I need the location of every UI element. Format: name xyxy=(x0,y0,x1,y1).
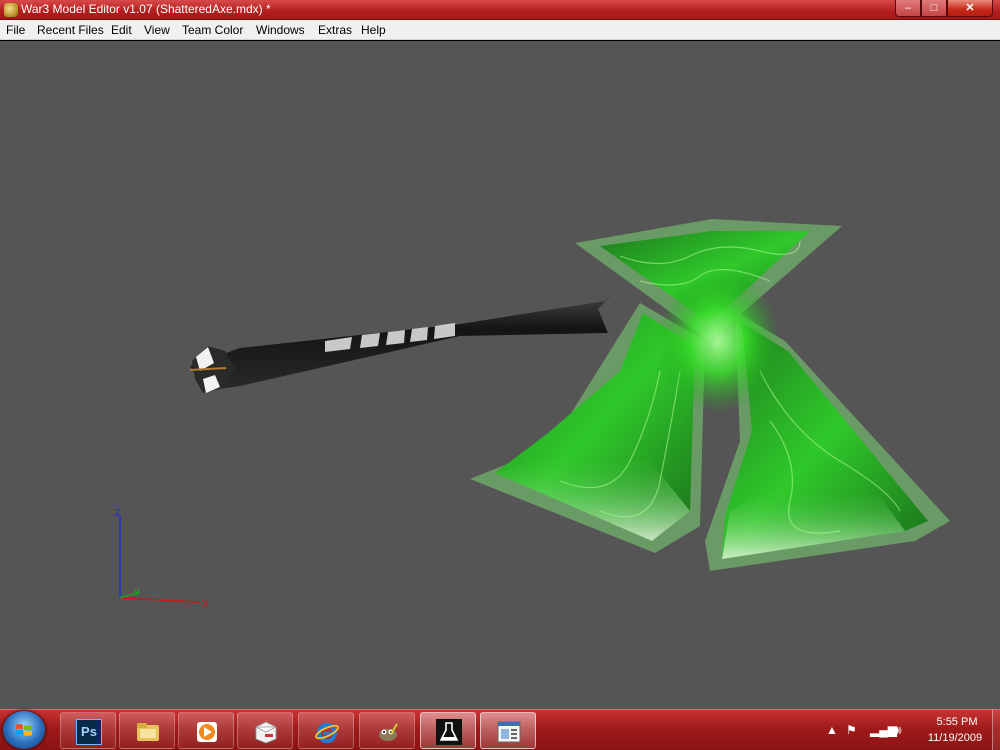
menu-windows[interactable]: Windows xyxy=(256,23,305,37)
menu-view[interactable]: View xyxy=(144,23,170,37)
menu-file[interactable]: File xyxy=(6,23,25,37)
photoshop-icon: Ps xyxy=(76,719,102,745)
menu-help[interactable]: Help xyxy=(361,23,386,37)
menu-extras[interactable]: Extras xyxy=(318,23,352,37)
action-center-flag-icon[interactable]: ⚑ xyxy=(846,723,857,737)
taskbar-lab-app[interactable] xyxy=(420,712,476,749)
x-axis-label: X xyxy=(202,599,209,610)
clock-date[interactable]: 11/19/2009 xyxy=(920,732,990,744)
taskbar-war3-model-editor[interactable] xyxy=(480,712,536,749)
taskbar-gimp[interactable] xyxy=(359,712,415,749)
start-button[interactable] xyxy=(3,711,45,749)
model-viewport[interactable]: Z y X xyxy=(0,41,1000,709)
close-button[interactable]: ✕ xyxy=(947,0,993,17)
menu-edit[interactable]: Edit xyxy=(111,23,132,37)
title-bar: War3 Model Editor v1.07 (ShatteredAxe.md… xyxy=(0,0,1000,20)
menu-team-color[interactable]: Team Color xyxy=(182,23,243,37)
windows-logo-icon xyxy=(16,724,32,736)
maximize-button[interactable]: □ xyxy=(921,0,947,17)
z-axis-label: Z xyxy=(114,508,121,519)
media-player-icon xyxy=(197,722,217,742)
axe-handle xyxy=(190,279,628,391)
taskbar-mpq-editor[interactable] xyxy=(237,712,293,749)
gimp-icon xyxy=(379,723,398,741)
axe-model xyxy=(189,219,950,571)
window-title: War3 Model Editor v1.07 (ShatteredAxe.md… xyxy=(21,2,271,16)
model-editor-icon xyxy=(497,721,521,743)
show-desktop-button[interactable] xyxy=(992,710,1000,750)
system-tray: ▲ ⚑ ▂▄▆ 🔊︎ 5:55 PM 11/19/2009 xyxy=(822,710,1000,750)
volume-icon[interactable]: 🔊︎ xyxy=(894,723,902,738)
menu-bar: File Recent Files Edit View Team Color W… xyxy=(0,20,1000,40)
taskbar: Ps ▲ ⚑ ▂▄▆ 🔊︎ 5:55 PM 11/19/2009 xyxy=(0,709,1000,750)
menu-recent-files[interactable]: Recent Files xyxy=(37,23,104,37)
minimize-button[interactable]: ‒ xyxy=(895,0,921,17)
x-axis-line xyxy=(119,597,201,603)
viewport-canvas[interactable]: Z y X xyxy=(0,41,1000,709)
taskbar-photoshop[interactable]: Ps xyxy=(60,712,116,749)
show-hidden-icons-icon[interactable]: ▲ xyxy=(826,723,838,737)
box-icon xyxy=(255,721,277,744)
flask-icon xyxy=(436,719,462,745)
axe-core-glow xyxy=(656,269,780,413)
ie-icon xyxy=(315,723,339,743)
app-icon[interactable] xyxy=(4,3,18,17)
network-signal-icon[interactable]: ▂▄▆ xyxy=(870,723,897,737)
taskbar-internet-explorer[interactable] xyxy=(298,712,354,749)
taskbar-file-explorer[interactable] xyxy=(119,712,175,749)
y-axis-label: y xyxy=(134,586,140,597)
clock-time[interactable]: 5:55 PM xyxy=(927,716,987,728)
taskbar-media-player[interactable] xyxy=(178,712,234,749)
folder-icon xyxy=(137,723,159,741)
axis-gizmo: Z y X xyxy=(114,508,209,610)
